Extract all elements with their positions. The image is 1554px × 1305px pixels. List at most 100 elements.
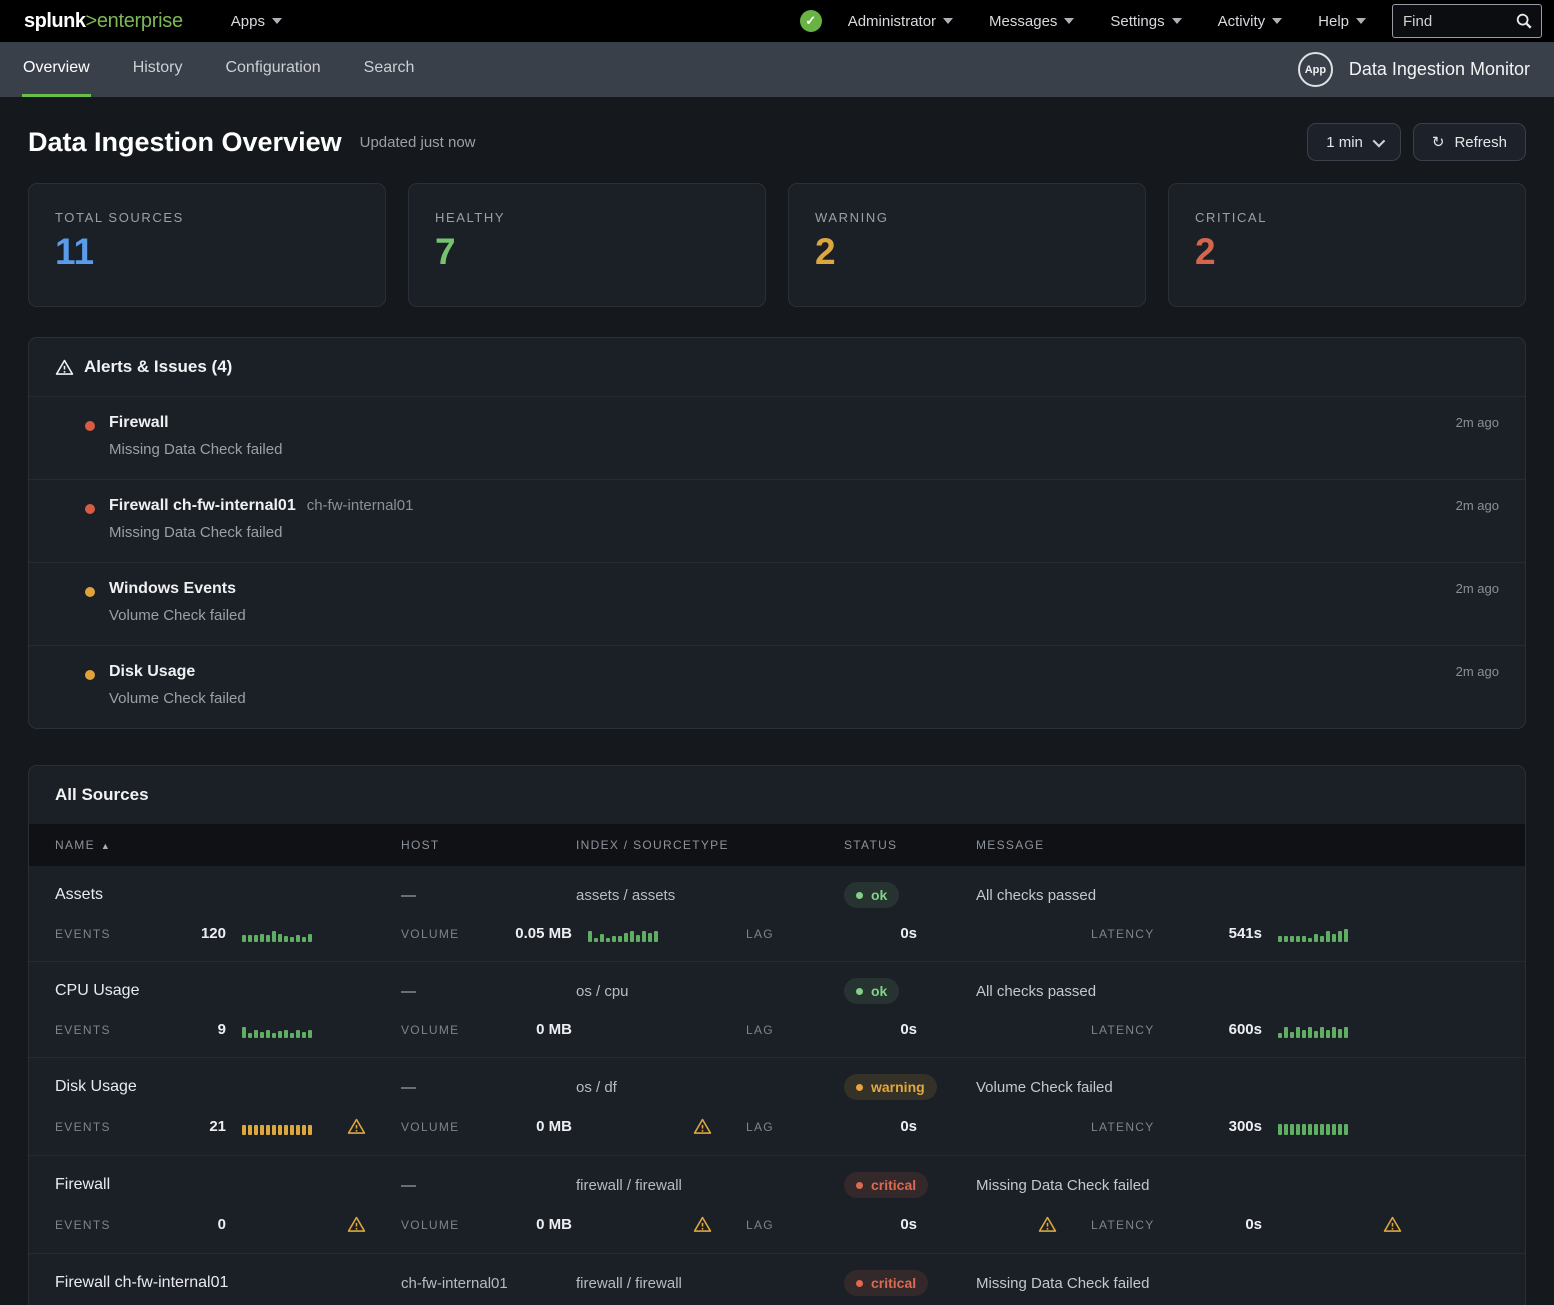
table-row[interactable]: Assets—assets / assetsokAll checks passe… [29, 866, 1525, 961]
chevron-down-icon [1064, 18, 1074, 24]
source-main-line: CPU Usage—os / cpuokAll checks passed [55, 978, 1499, 1004]
metric-lag: LAG0s [746, 1021, 1091, 1038]
metric-volume: VOLUME0 MB [401, 1215, 746, 1234]
chevron-down-icon [1372, 134, 1385, 147]
topbar-menu-administrator[interactable]: Administrator [848, 13, 953, 30]
spark-bar [266, 1030, 270, 1038]
sparkline [242, 925, 337, 942]
spark-bar [1302, 1124, 1306, 1135]
sparkline [242, 1021, 337, 1038]
topbar-menu-activity[interactable]: Activity [1218, 13, 1283, 30]
interval-dropdown[interactable]: 1 min [1307, 123, 1401, 161]
source-index-sourcetype: firewall / firewall [576, 1177, 844, 1194]
table-row[interactable]: Disk Usage—os / dfwarningVolume Check fa… [29, 1057, 1525, 1155]
source-host: — [401, 1079, 576, 1096]
metric-events: EVENTS120 [55, 925, 401, 942]
metric-events: EVENTS9 [55, 1021, 401, 1038]
alert-detail: Volume Check failed [109, 690, 1499, 707]
sparkline [242, 1118, 337, 1135]
spark-bar [1314, 934, 1318, 942]
column-header-host[interactable]: HOST [401, 838, 576, 852]
alert-detail: Missing Data Check failed [109, 441, 1499, 458]
source-metrics-line: EVENTS21VOLUME0 MBLAG0sLATENCY300s [55, 1117, 1499, 1136]
source-index-sourcetype: os / df [576, 1079, 844, 1096]
metric-events: EVENTS21 [55, 1117, 401, 1136]
spark-bar [242, 935, 246, 942]
alert-row[interactable]: Firewall ch-fw-internal01ch-fw-internal0… [29, 480, 1525, 563]
tab-history[interactable]: History [132, 42, 184, 97]
column-header-name[interactable]: NAME▲ [55, 838, 401, 852]
source-host: — [401, 1177, 576, 1194]
chevron-down-icon [1356, 18, 1366, 24]
status-text: critical [871, 1177, 916, 1193]
tab-search[interactable]: Search [363, 42, 416, 97]
spark-bar [278, 1125, 282, 1135]
spark-bar [296, 1125, 300, 1135]
spark-bar [254, 1030, 258, 1038]
source-status-cell: critical [844, 1172, 976, 1198]
spark-bar [1308, 1124, 1312, 1135]
source-index-sourcetype: os / cpu [576, 983, 844, 1000]
refresh-button[interactable]: ↻ Refresh [1413, 123, 1526, 161]
metric-latency: LATENCY0s [1091, 1215, 1499, 1234]
metric-value: 120 [150, 925, 226, 942]
tab-overview[interactable]: Overview [22, 42, 91, 97]
spark-bar [1296, 936, 1300, 942]
metric-value: 0 MB [496, 1118, 572, 1135]
metric-value: 0s [841, 1118, 917, 1135]
topbar-menu-settings[interactable]: Settings [1110, 13, 1181, 30]
find-input[interactable] [1403, 13, 1515, 30]
alert-timestamp: 2m ago [1456, 664, 1499, 679]
summary-cards: TOTAL SOURCES11HEALTHY7WARNING2CRITICAL2 [28, 183, 1526, 307]
warning-triangle-icon [55, 358, 74, 377]
alert-row[interactable]: Windows EventsVolume Check failed2m ago [29, 563, 1525, 646]
source-main-line: Disk Usage—os / dfwarningVolume Check fa… [55, 1074, 1499, 1100]
sources-title-text: All Sources [55, 785, 149, 805]
apps-menu[interactable]: Apps [231, 13, 282, 30]
topbar-menu-messages[interactable]: Messages [989, 13, 1074, 30]
search-icon[interactable] [1515, 12, 1533, 30]
stat-label: HEALTHY [435, 210, 739, 225]
column-header-index[interactable]: INDEX / SOURCETYPE [576, 838, 844, 852]
stat-label: WARNING [815, 210, 1119, 225]
warning-triangle-icon [693, 1117, 712, 1136]
sparkline [1278, 925, 1373, 942]
spark-bar [296, 935, 300, 942]
spark-bar [1344, 1027, 1348, 1038]
app-nav-bar: OverviewHistoryConfigurationSearch App D… [0, 42, 1554, 97]
column-header-message[interactable]: MESSAGE [976, 838, 1499, 852]
severity-dot [85, 670, 95, 680]
page-title: Data Ingestion Overview [28, 127, 342, 158]
table-row[interactable]: Firewall—firewall / firewallcriticalMiss… [29, 1155, 1525, 1253]
spark-bar [266, 1125, 270, 1135]
status-text: critical [871, 1275, 916, 1291]
spark-bar [1290, 1124, 1294, 1135]
spark-bar [302, 1032, 306, 1038]
column-header-status[interactable]: STATUS [844, 838, 976, 852]
spark-bar [290, 937, 294, 942]
sparkline [588, 1118, 683, 1135]
topbar-menu-help[interactable]: Help [1318, 13, 1366, 30]
source-name: CPU Usage [55, 982, 401, 1000]
stat-label: CRITICAL [1195, 210, 1499, 225]
tab-configuration[interactable]: Configuration [224, 42, 321, 97]
metric-latency: LATENCY541s [1091, 925, 1499, 942]
spark-bar [1344, 1124, 1348, 1135]
interval-value: 1 min [1326, 134, 1363, 151]
table-row[interactable]: CPU Usage—os / cpuokAll checks passed EVE… [29, 961, 1525, 1057]
alert-row[interactable]: Disk UsageVolume Check failed2m ago [29, 646, 1525, 728]
metric-events: EVENTS0 [55, 1215, 401, 1234]
spark-bar [308, 1030, 312, 1038]
warning-triangle-icon [347, 1215, 366, 1234]
spark-bar [278, 1031, 282, 1038]
spark-bar [1320, 936, 1324, 942]
table-row[interactable]: Firewall ch-fw-internal01ch-fw-internal0… [29, 1253, 1525, 1305]
refresh-icon: ↻ [1432, 133, 1445, 151]
status-ok-icon: ✓ [800, 10, 822, 32]
alert-row[interactable]: FirewallMissing Data Check failed2m ago [29, 397, 1525, 480]
menu-label: Help [1318, 13, 1349, 30]
chevron-down-icon [1272, 18, 1282, 24]
spark-bar [296, 1030, 300, 1038]
find-search-box[interactable] [1392, 4, 1542, 38]
page-header: Data Ingestion Overview Updated just now… [28, 123, 1526, 161]
